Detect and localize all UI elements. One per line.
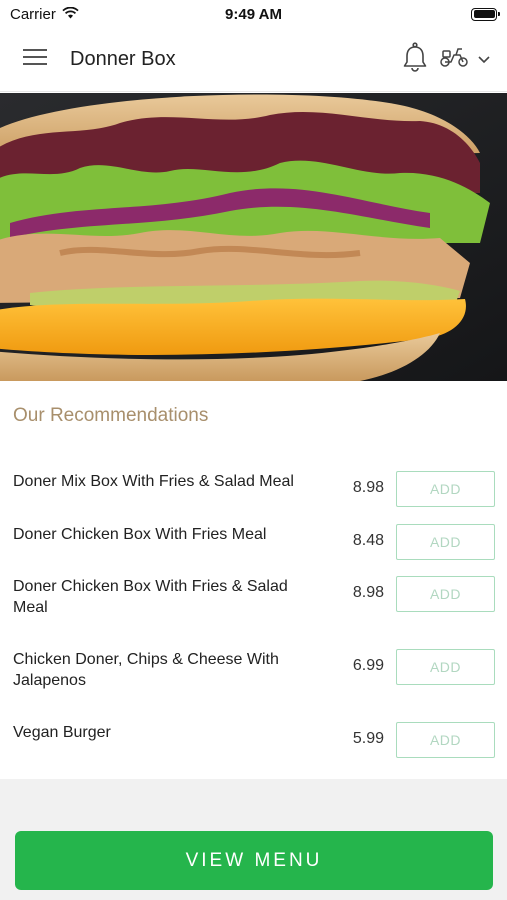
item-price: 8.98 <box>352 584 384 601</box>
doner-sandwich-illustration <box>0 93 507 381</box>
item-price: 5.99 <box>352 730 384 747</box>
item-price: 8.48 <box>352 532 384 549</box>
item-name: Doner Chicken Box With Fries Meal <box>13 526 267 543</box>
app-header: Donner Box <box>0 28 507 92</box>
add-button[interactable]: ADD <box>396 471 495 507</box>
section-title: Our Recommendations <box>13 405 209 426</box>
chevron-down-icon <box>477 51 491 69</box>
carrier-label: Carrier <box>10 5 56 23</box>
delivery-mode-selector[interactable] <box>437 28 507 92</box>
menu-icon <box>23 48 47 71</box>
item-price: 8.98 <box>352 479 384 496</box>
page-title: Donner Box <box>70 48 176 70</box>
scooter-icon <box>439 46 469 73</box>
add-button[interactable]: ADD <box>396 576 495 612</box>
status-left: Carrier <box>10 6 79 23</box>
hero-image <box>0 93 507 381</box>
status-bar: Carrier 9:49 AM <box>0 0 507 28</box>
recommendations-section: Our Recommendations Doner Mix Box With F… <box>0 381 507 779</box>
item-name: Doner Mix Box With Fries & Salad Meal <box>13 473 294 490</box>
add-button[interactable]: ADD <box>396 649 495 685</box>
menu-button[interactable] <box>0 28 70 92</box>
notifications-button[interactable] <box>393 28 437 92</box>
item-name: Chicken Doner, Chips & Cheese With Jalap… <box>13 651 279 689</box>
item-name: Vegan Burger <box>13 724 111 741</box>
bell-icon <box>402 42 428 77</box>
add-button[interactable]: ADD <box>396 722 495 758</box>
view-menu-button[interactable]: VIEW MENU <box>15 831 493 890</box>
item-name: Doner Chicken Box With Fries & Salad Mea… <box>13 578 288 616</box>
wifi-icon <box>62 6 79 23</box>
item-price: 6.99 <box>352 657 384 674</box>
add-button[interactable]: ADD <box>396 524 495 560</box>
battery-icon <box>471 7 500 21</box>
